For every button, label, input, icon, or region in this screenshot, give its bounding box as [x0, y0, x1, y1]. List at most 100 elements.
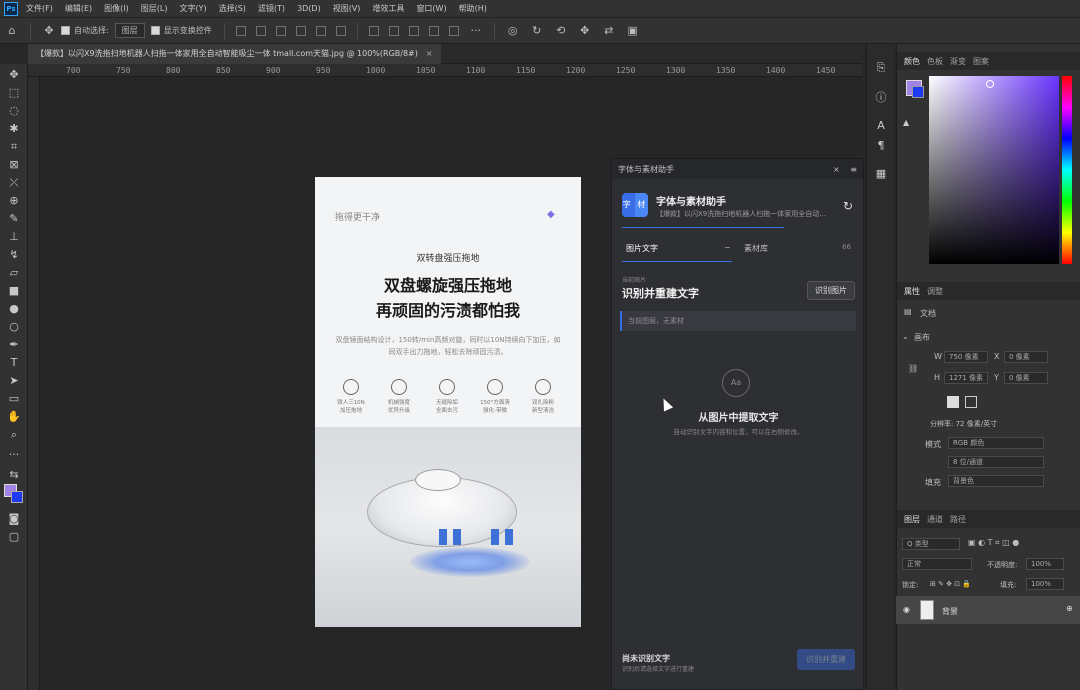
character-icon[interactable]: A	[875, 120, 887, 132]
close-panel-icon[interactable]: ×	[833, 165, 840, 174]
move-tool-icon[interactable]: ✥	[7, 68, 21, 82]
gradient-tool-icon[interactable]: ■	[7, 284, 21, 298]
eraser-tool-icon[interactable]: ▱	[7, 266, 21, 280]
align-bottom-icon[interactable]	[335, 25, 346, 36]
libraries-icon[interactable]: ⎘	[875, 62, 887, 74]
menu-filter[interactable]: 滤镜(T)	[258, 3, 285, 14]
crop-tool-icon[interactable]: ⌗	[7, 140, 21, 154]
document-tab[interactable]: 【爆款】以闪X9洗拖扫地机器人扫拖一体家用全自动智能吸尘一体 tmall.com…	[28, 44, 441, 64]
hand-tool-icon[interactable]: ✋	[7, 410, 21, 424]
magic-wand-tool-icon[interactable]: ✱	[7, 122, 21, 136]
menu-plugins[interactable]: 增效工具	[372, 3, 404, 14]
align-top-icon[interactable]	[295, 25, 306, 36]
chevron-down-icon[interactable]: ⌄	[902, 332, 909, 341]
move-tool-icon[interactable]: ✥	[42, 24, 56, 38]
clone-stamp-tool-icon[interactable]: ⊥	[7, 230, 21, 244]
background-color-swatch[interactable]	[11, 491, 23, 503]
zoom-tool-icon[interactable]: ⌕	[7, 428, 21, 442]
menu-type[interactable]: 文字(Y)	[179, 3, 206, 14]
align-right-icon[interactable]	[275, 25, 286, 36]
home-icon[interactable]: ⌂	[5, 24, 19, 38]
height-field[interactable]: 1271 像素	[944, 372, 988, 384]
tab-layers[interactable]: 图层	[904, 514, 920, 525]
lasso-tool-icon[interactable]: ◌	[7, 104, 21, 118]
link-icon[interactable]: ⛓	[908, 364, 918, 373]
align-left-icon[interactable]	[235, 25, 246, 36]
distribute-top-icon[interactable]	[368, 25, 379, 36]
menu-window[interactable]: 窗口(W)	[416, 3, 446, 14]
type-tool-icon[interactable]: T	[7, 356, 21, 370]
history-brush-tool-icon[interactable]: ↯	[7, 248, 21, 262]
layer-input[interactable]: 当前图层，无素材	[620, 311, 856, 331]
color-picker-handle[interactable]	[986, 80, 994, 88]
distribute-vcenter-icon[interactable]	[388, 25, 399, 36]
tab-swatches[interactable]: 色板	[927, 56, 943, 67]
align-vcenter-icon[interactable]	[315, 25, 326, 36]
rectangle-tool-icon[interactable]: ▭	[7, 392, 21, 406]
y-field[interactable]: 0 像素	[1004, 372, 1048, 384]
menu-image[interactable]: 图像(I)	[104, 3, 129, 14]
mode-dropdown[interactable]: RGB 颜色	[948, 437, 1044, 449]
distribute-left-icon[interactable]	[428, 25, 439, 36]
menu-select[interactable]: 选择(S)	[219, 3, 246, 14]
more-tools-icon[interactable]: ···	[7, 448, 21, 462]
hue-slider[interactable]	[1062, 76, 1072, 264]
paragraph-icon[interactable]: ¶	[875, 140, 887, 152]
3d-roll-icon[interactable]: ⟲	[554, 24, 568, 38]
refresh-icon[interactable]: ↻	[843, 199, 853, 213]
transform-checkbox[interactable]	[150, 26, 160, 35]
3d-mode-icon[interactable]: ◎	[506, 24, 520, 38]
marquee-tool-icon[interactable]: ⬚	[7, 86, 21, 100]
3d-rotate-icon[interactable]: ↻	[530, 24, 544, 38]
color-picker-field[interactable]	[929, 76, 1059, 264]
bit-depth-dropdown[interactable]: 8 位/通道	[948, 456, 1044, 468]
menu-edit[interactable]: 编辑(E)	[65, 3, 92, 14]
tab-image-text[interactable]: 图片文字	[626, 243, 658, 254]
eyedropper-tool-icon[interactable]: ⤫	[7, 176, 21, 190]
distribute-bottom-icon[interactable]	[408, 25, 419, 36]
landscape-orientation-icon[interactable]	[965, 396, 977, 408]
distribute-hcenter-icon[interactable]	[448, 25, 459, 36]
menu-help[interactable]: 帮助(H)	[459, 3, 487, 14]
tab-properties[interactable]: 属性	[904, 286, 920, 297]
pen-tool-icon[interactable]: ✒	[7, 338, 21, 352]
document-image[interactable]: 拖得更干净 ◆ 双转盘强压拖地 双盘螺旋强压拖地 再顽固的污渍都怕我 双盘镜面结…	[315, 177, 581, 627]
menu-3d[interactable]: 3D(D)	[297, 4, 321, 13]
lock-icons[interactable]: ⊞ ✎ ✥ ⊡ 🔒	[930, 580, 971, 588]
brush-tool-icon[interactable]: ✎	[7, 212, 21, 226]
more-options-icon[interactable]: ···	[469, 24, 483, 38]
tab-channels[interactable]: 通道	[927, 514, 943, 525]
3d-pan-icon[interactable]: ✥	[578, 24, 592, 38]
fill-opacity-field[interactable]: 100%	[1026, 578, 1064, 590]
portrait-orientation-icon[interactable]	[947, 396, 959, 408]
auto-select-dropdown[interactable]: 图层	[114, 23, 145, 38]
opacity-field[interactable]: 100%	[1026, 558, 1064, 570]
dodge-tool-icon[interactable]: ○	[7, 320, 21, 334]
tab-asset-library[interactable]: 素材库	[744, 243, 768, 254]
layer-filter-icons[interactable]: ▣ ◐ T ⌗ ◫ ●	[968, 538, 1019, 548]
swap-colors-icon[interactable]: ⇆	[7, 468, 21, 482]
eye-icon[interactable]: ◉	[903, 606, 911, 614]
collapse-icon[interactable]: −	[724, 243, 731, 252]
panel-menu-icon[interactable]: ≡	[850, 165, 857, 174]
3d-scale-icon[interactable]: ▣	[626, 24, 640, 38]
fill-dropdown[interactable]: 背景色	[948, 475, 1044, 487]
tab-color[interactable]: 颜色	[904, 56, 920, 67]
menu-view[interactable]: 视图(V)	[333, 3, 361, 14]
frame-tool-icon[interactable]: ⊠	[7, 158, 21, 172]
menu-file[interactable]: 文件(F)	[26, 3, 53, 14]
rebuild-button[interactable]: 识别并重建	[797, 649, 855, 670]
blend-mode-dropdown[interactable]: 正常	[902, 558, 972, 570]
close-tab-icon[interactable]: ×	[426, 44, 433, 64]
tab-gradients[interactable]: 渐变	[950, 56, 966, 67]
align-hcenter-icon[interactable]	[255, 25, 266, 36]
screen-mode-icon[interactable]: ▢	[7, 530, 21, 544]
menu-layer[interactable]: 图层(L)	[141, 3, 168, 14]
x-field[interactable]: 0 像素	[1004, 351, 1048, 363]
layer-filter-kind[interactable]: Q 类型	[902, 538, 960, 550]
path-selection-tool-icon[interactable]: ➤	[7, 374, 21, 388]
tab-paths[interactable]: 路径	[950, 514, 966, 525]
glyphs-icon[interactable]: ▦	[875, 168, 887, 180]
quick-mask-icon[interactable]: ◙	[7, 512, 21, 526]
tab-adjustments[interactable]: 调整	[927, 286, 943, 297]
